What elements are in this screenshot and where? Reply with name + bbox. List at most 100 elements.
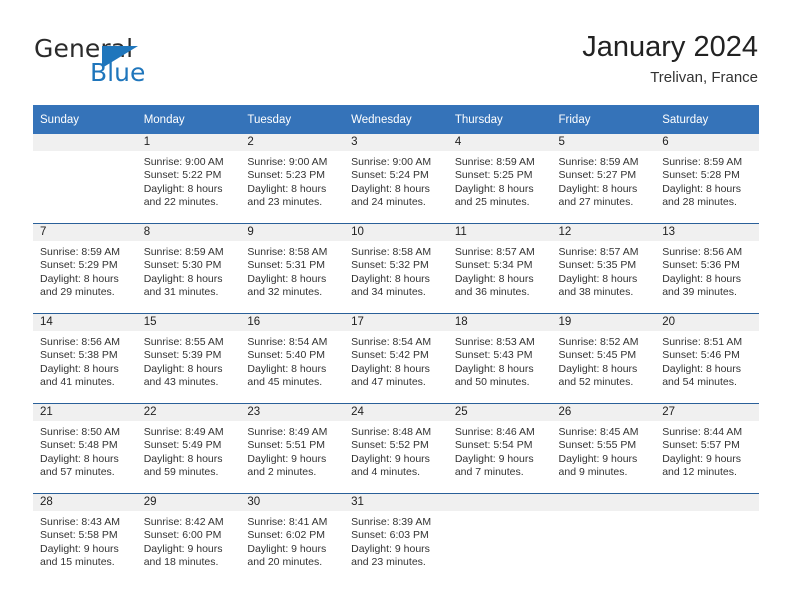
calendar-day-cell[interactable]: 29 Sunrise: 8:42 AM Sunset: 6:00 PM Dayligh… — [136, 493, 241, 583]
day-details: Sunrise: 8:45 AM Sunset: 5:55 PM Daylight:… — [552, 421, 656, 480]
calendar-week-row: 7 Sunrise: 8:59 AM Sunset: 5:29 PM Daylight… — [33, 223, 759, 314]
daylight-duration-line1: Daylight: 8 hours — [40, 452, 119, 465]
sunrise-time: Sunrise: 8:49 AM — [143, 426, 224, 438]
sunset-time: Sunset: 5:58 PM — [40, 529, 118, 542]
calendar-day-cell[interactable]: 23 Sunrise: 8:49 AM Sunset: 5:51 PM Dayligh… — [240, 403, 345, 494]
sunset-time: Sunset: 5:48 PM — [40, 439, 118, 452]
daylight-duration-line1: Daylight: 8 hours — [558, 362, 638, 375]
sunset-time: Sunset: 5:40 PM — [247, 349, 326, 362]
calendar-day-cell[interactable]: 12 Sunrise: 8:57 AM Sunset: 5:35 PM Dayligh… — [551, 223, 656, 314]
sunset-time: Sunset: 5:51 PM — [247, 439, 326, 452]
calendar-day-cell[interactable]: 24 Sunrise: 8:48 AM Sunset: 5:52 PM Dayligh… — [344, 403, 448, 494]
day-details: Sunrise: 8:59 AM Sunset: 5:27 PM Daylight:… — [552, 151, 656, 210]
calendar-week-row: 14 Sunrise: 8:56 AM Sunset: 5:38 PM Dayligh… — [33, 313, 759, 404]
calendar-day-cell[interactable]: 19 Sunrise: 8:52 AM Sunset: 5:45 PM Dayligh… — [551, 313, 656, 404]
general-blue-logo[interactable]: General Blue — [34, 34, 254, 90]
day-details: Sunrise: 8:44 AM Sunset: 5:57 PM Daylight:… — [655, 421, 759, 480]
calendar-day-cell[interactable]: 6 Sunrise: 8:59 AM Sunset: 5:28 PM Daylight… — [655, 134, 759, 224]
daylight-duration-line2: and 32 minutes. — [247, 286, 323, 299]
daylight-duration-line2: and 45 minutes. — [247, 376, 323, 389]
calendar-day-cell[interactable]: 30 Sunrise: 8:41 AM Sunset: 6:02 PM Dayligh… — [240, 493, 345, 583]
calendar-day-cell[interactable]: 9 Sunrise: 8:58 AM Sunset: 5:31 PM Daylight… — [240, 223, 345, 314]
daylight-duration-line2: and 28 minutes. — [662, 196, 737, 209]
day-number: 17 — [344, 314, 448, 331]
day-number: 6 — [655, 134, 759, 151]
calendar-day-cell[interactable]: 28 Sunrise: 8:43 AM Sunset: 5:58 PM Dayligh… — [33, 493, 137, 583]
sunrise-time: Sunrise: 8:49 AM — [247, 426, 328, 438]
day-details: Sunrise: 8:39 AM Sunset: 6:03 PM Daylight:… — [344, 511, 448, 570]
sunset-time: Sunset: 6:03 PM — [351, 529, 429, 542]
sunset-time: Sunset: 5:23 PM — [247, 169, 326, 182]
brand-name-blue: Blue — [90, 58, 146, 87]
calendar-day-cell[interactable]: 4 Sunrise: 8:59 AM Sunset: 5:25 PM Daylight… — [447, 134, 552, 224]
weekday-header-friday: Friday — [551, 105, 656, 134]
calendar-day-cell[interactable]: 11 Sunrise: 8:57 AM Sunset: 5:34 PM Dayligh… — [447, 223, 552, 314]
sunset-time: Sunset: 5:55 PM — [558, 439, 637, 452]
daylight-duration-line1: Daylight: 9 hours — [143, 542, 223, 555]
daylight-duration-line1: Daylight: 8 hours — [40, 272, 119, 285]
sunset-time: Sunset: 5:36 PM — [662, 259, 740, 272]
calendar-day-cell-empty — [655, 493, 759, 583]
day-number: 22 — [136, 404, 241, 421]
day-number: 20 — [655, 314, 759, 331]
day-number — [33, 134, 137, 151]
calendar-day-cell[interactable]: 22 Sunrise: 8:49 AM Sunset: 5:49 PM Dayligh… — [136, 403, 241, 494]
day-details: Sunrise: 8:43 AM Sunset: 5:58 PM Daylight:… — [33, 511, 137, 570]
calendar-day-cell[interactable]: 21 Sunrise: 8:50 AM Sunset: 5:48 PM Dayligh… — [33, 403, 137, 494]
calendar-page: General Blue January 2024 Trelivan, Fran… — [0, 0, 792, 612]
calendar-day-cell[interactable]: 15 Sunrise: 8:55 AM Sunset: 5:39 PM Dayligh… — [136, 313, 241, 404]
calendar-day-cell-empty — [551, 493, 656, 583]
day-number: 2 — [240, 134, 345, 151]
calendar-day-cell[interactable]: 7 Sunrise: 8:59 AM Sunset: 5:29 PM Daylight… — [33, 223, 137, 314]
day-details: Sunrise: 8:58 AM Sunset: 5:32 PM Daylight:… — [344, 241, 448, 300]
daylight-duration-line2: and 57 minutes. — [40, 466, 115, 479]
sunrise-time: Sunrise: 8:55 AM — [143, 336, 224, 348]
daylight-duration-line2: and 47 minutes. — [351, 376, 426, 389]
day-number: 21 — [33, 404, 137, 421]
daylight-duration-line1: Daylight: 8 hours — [143, 362, 223, 375]
day-number: 9 — [240, 224, 345, 241]
calendar-day-cell[interactable]: 5 Sunrise: 8:59 AM Sunset: 5:27 PM Daylight… — [551, 134, 656, 224]
calendar-day-cell[interactable]: 13 Sunrise: 8:56 AM Sunset: 5:36 PM Dayligh… — [655, 223, 759, 314]
calendar-day-cell[interactable]: 25 Sunrise: 8:46 AM Sunset: 5:54 PM Dayligh… — [447, 403, 552, 494]
calendar-week-row: 1 Sunrise: 9:00 AM Sunset: 5:22 PM Daylight… — [33, 134, 759, 224]
day-details: Sunrise: 8:55 AM Sunset: 5:39 PM Daylight:… — [137, 331, 241, 390]
sunrise-time: Sunrise: 8:39 AM — [351, 516, 432, 528]
day-number: 8 — [136, 224, 241, 241]
daylight-duration-line2: and 24 minutes. — [351, 196, 426, 209]
day-number: 13 — [655, 224, 759, 241]
sunrise-time: Sunrise: 8:51 AM — [662, 336, 743, 348]
day-number: 10 — [344, 224, 448, 241]
day-number — [551, 494, 656, 511]
calendar-day-cell[interactable]: 2 Sunrise: 9:00 AM Sunset: 5:23 PM Daylight… — [240, 134, 345, 224]
sunset-time: Sunset: 5:29 PM — [40, 259, 118, 272]
sunrise-time: Sunrise: 8:57 AM — [558, 246, 639, 258]
calendar-day-cell[interactable]: 27 Sunrise: 8:44 AM Sunset: 5:57 PM Dayligh… — [655, 403, 759, 494]
sunrise-time: Sunrise: 8:50 AM — [40, 426, 120, 438]
sunrise-time: Sunrise: 9:00 AM — [143, 156, 224, 168]
sunset-time: Sunset: 6:00 PM — [143, 529, 222, 542]
calendar-day-cell[interactable]: 31 Sunrise: 8:39 AM Sunset: 6:03 PM Dayligh… — [344, 493, 448, 583]
calendar-week-row: 21 Sunrise: 8:50 AM Sunset: 5:48 PM Dayligh… — [33, 403, 759, 494]
calendar-day-cell[interactable]: 17 Sunrise: 8:54 AM Sunset: 5:42 PM Dayligh… — [344, 313, 448, 404]
day-details: Sunrise: 8:52 AM Sunset: 5:45 PM Daylight:… — [552, 331, 656, 390]
calendar-day-cell[interactable]: 20 Sunrise: 8:51 AM Sunset: 5:46 PM Dayligh… — [655, 313, 759, 404]
sunset-time: Sunset: 5:46 PM — [662, 349, 740, 362]
sunset-time: Sunset: 5:34 PM — [454, 259, 533, 272]
sunrise-time: Sunrise: 8:53 AM — [454, 336, 535, 348]
calendar-day-cell[interactable]: 18 Sunrise: 8:53 AM Sunset: 5:43 PM Dayligh… — [447, 313, 552, 404]
calendar-day-cell[interactable]: 14 Sunrise: 8:56 AM Sunset: 5:38 PM Dayligh… — [33, 313, 137, 404]
calendar-day-cell[interactable]: 16 Sunrise: 8:54 AM Sunset: 5:40 PM Dayligh… — [240, 313, 345, 404]
sunrise-time: Sunrise: 8:41 AM — [247, 516, 328, 528]
sunset-time: Sunset: 5:42 PM — [351, 349, 429, 362]
calendar-day-cell[interactable]: 26 Sunrise: 8:45 AM Sunset: 5:55 PM Dayligh… — [551, 403, 656, 494]
daylight-duration-line1: Daylight: 8 hours — [351, 272, 430, 285]
day-number: 29 — [136, 494, 241, 511]
calendar-day-cell[interactable]: 8 Sunrise: 8:59 AM Sunset: 5:30 PM Daylight… — [136, 223, 241, 314]
calendar-body: 1 Sunrise: 9:00 AM Sunset: 5:22 PM Daylight… — [33, 134, 759, 583]
calendar-day-cell[interactable]: 10 Sunrise: 8:58 AM Sunset: 5:32 PM Dayligh… — [344, 223, 448, 314]
day-details: Sunrise: 8:41 AM Sunset: 6:02 PM Daylight:… — [240, 511, 344, 570]
daylight-duration-line2: and 23 minutes. — [351, 556, 426, 569]
calendar-day-cell[interactable]: 3 Sunrise: 9:00 AM Sunset: 5:24 PM Daylight… — [344, 134, 448, 224]
calendar-day-cell[interactable]: 1 Sunrise: 9:00 AM Sunset: 5:22 PM Daylight… — [136, 134, 241, 224]
